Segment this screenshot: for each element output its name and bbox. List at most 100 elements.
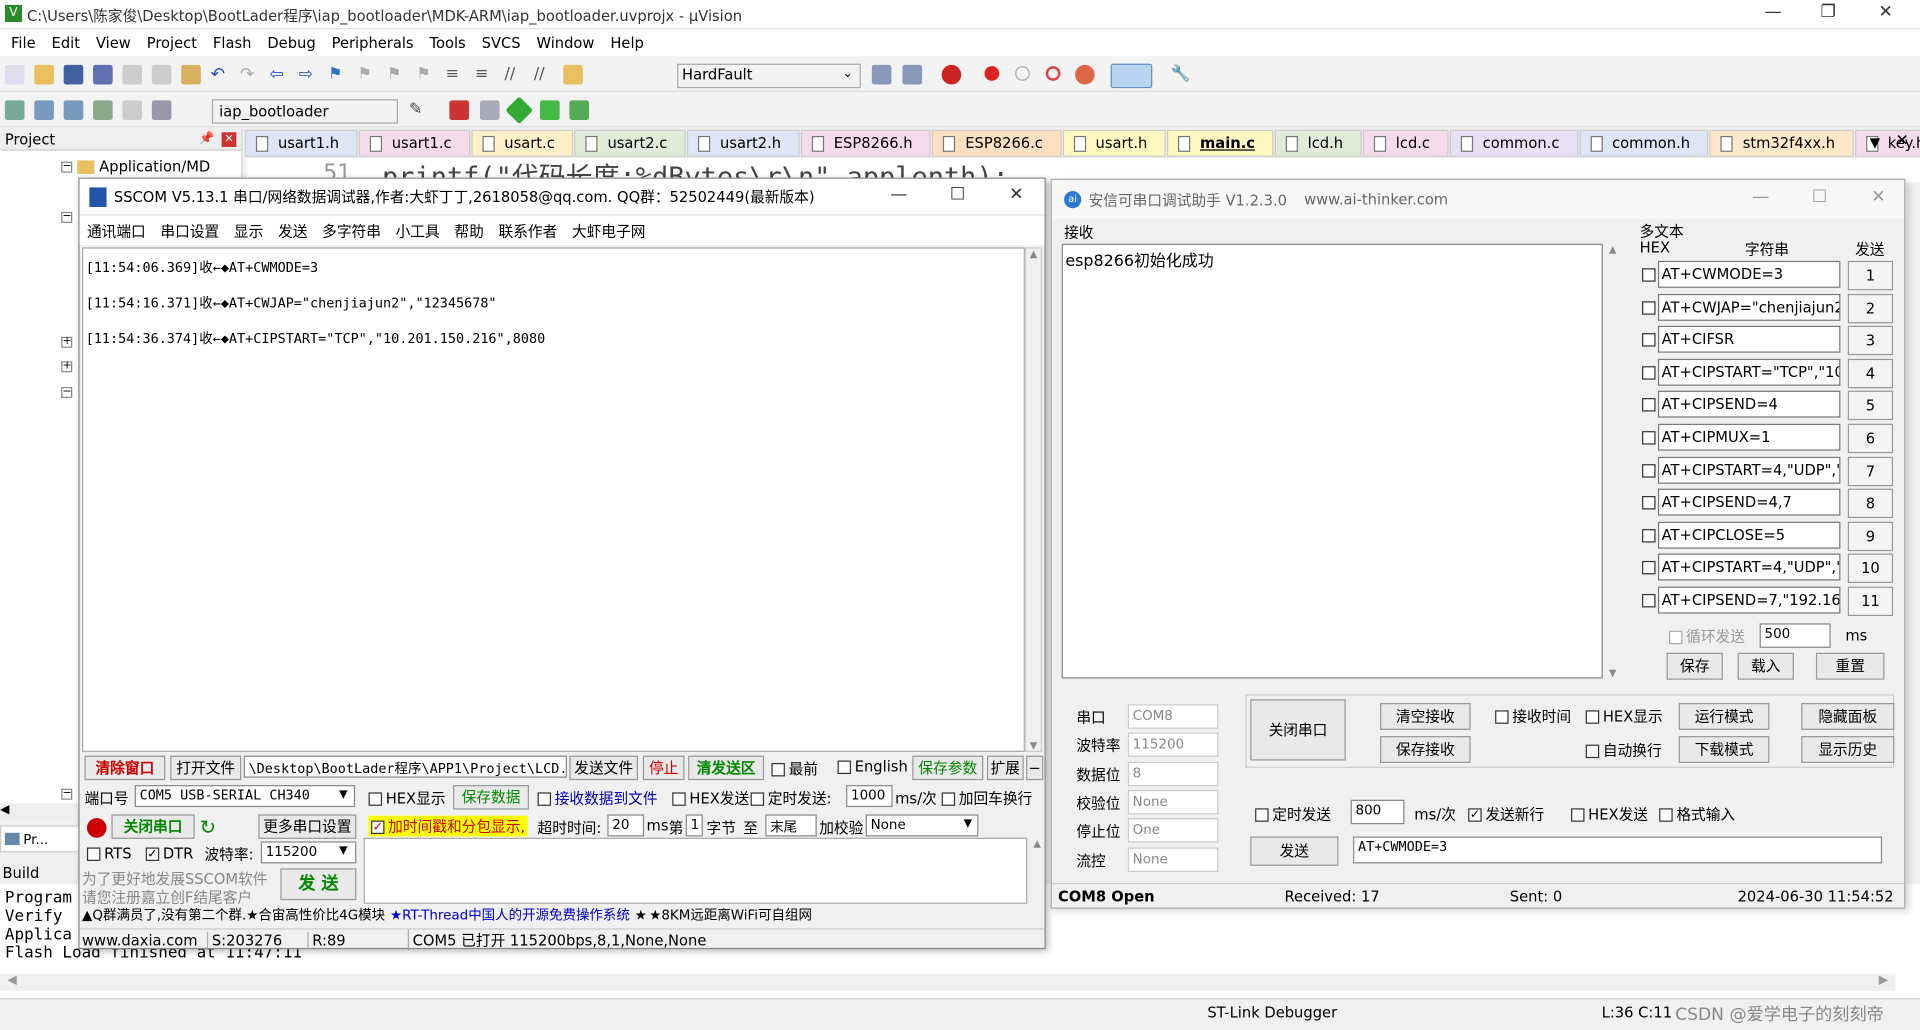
incremental-find-icon[interactable] [871, 64, 892, 85]
checksum-select[interactable]: None [865, 814, 979, 837]
tab-file[interactable]: usart1.h [244, 129, 358, 157]
ticker-item[interactable]: ★8KM远距离WiFi可自组网 [649, 905, 812, 925]
tab-file[interactable]: common.c [1449, 129, 1578, 157]
hex-checkbox[interactable] [1642, 398, 1656, 412]
hex-checkbox[interactable] [1642, 268, 1656, 282]
port-select[interactable]: COM8 [1127, 704, 1219, 729]
download-icon[interactable] [151, 99, 172, 120]
minimize-button[interactable]: — [871, 185, 927, 209]
command-input[interactable]: AT+CIPSTART="TCP","10.2 [1657, 358, 1841, 386]
menu-item[interactable]: 通讯端口 [87, 220, 146, 241]
translate-icon[interactable] [4, 99, 25, 120]
tab-file[interactable]: key.h [1854, 129, 1920, 157]
byte-from-input[interactable]: 1 [685, 814, 703, 837]
target-options-icon[interactable]: ✎ [409, 100, 429, 120]
copy-icon[interactable] [151, 64, 172, 84]
hex-checkbox[interactable] [1642, 561, 1656, 575]
send-button[interactable]: 发 送 [280, 868, 357, 901]
send-button[interactable]: 发送 [1250, 836, 1339, 866]
breakpoint-icon[interactable] [984, 66, 1000, 81]
close-port-button[interactable]: 关闭串口 [111, 814, 195, 839]
clear-window-button[interactable]: 清除窗口 [84, 755, 166, 781]
menu-item[interactable]: Project [147, 34, 197, 51]
recv-scrollbar[interactable]: ▲ ▼ [1024, 247, 1043, 752]
ticker-item[interactable]: ★合宙高性价比4G模块 [246, 905, 385, 925]
save-button[interactable]: 保存 [1666, 652, 1723, 680]
send-command-button[interactable]: 6 [1847, 423, 1894, 454]
tab-project[interactable]: Pr... [0, 825, 81, 853]
minimize-button[interactable]: — [1733, 187, 1789, 211]
tab-file[interactable]: common.h [1579, 129, 1709, 157]
send-command-button[interactable]: 4 [1847, 358, 1894, 388]
undo-icon[interactable]: ↶ [211, 64, 231, 84]
command-input[interactable]: AT+CIPCLOSE=5 [1657, 521, 1841, 549]
hex-show-checkbox[interactable]: HEX显示 [1585, 705, 1663, 726]
command-input[interactable]: AT+CIFSR [1657, 325, 1841, 353]
find-icon[interactable] [902, 64, 923, 85]
tab-file[interactable]: usart1.c [358, 129, 470, 157]
select-packs-icon[interactable] [540, 100, 560, 121]
topmost-checkbox[interactable]: 最前 [771, 758, 818, 779]
stop-button[interactable]: 停止 [642, 755, 685, 781]
save-recv-button[interactable]: 保存接收 [1380, 736, 1471, 763]
hex-checkbox[interactable] [1642, 300, 1656, 315]
tab-file[interactable]: stm32f4xx.h [1709, 129, 1854, 157]
menu-item[interactable]: Edit [52, 34, 80, 51]
collapse-icon[interactable]: − [61, 160, 73, 173]
hex-send-checkbox[interactable]: HEX发送 [1571, 803, 1648, 824]
runtime-env-icon[interactable] [569, 100, 589, 121]
tab-file[interactable]: main.c [1166, 129, 1274, 157]
clear-send-button[interactable]: 清发送区 [688, 755, 765, 781]
send-newline-checkbox[interactable]: ✓ 发送新行 [1468, 803, 1544, 824]
english-checkbox[interactable]: English [837, 758, 908, 775]
send-input[interactable] [363, 837, 1028, 904]
run-mode-button[interactable]: 运行模式 [1678, 702, 1770, 730]
auto-wrap-checkbox[interactable]: 自动换行 [1585, 740, 1662, 761]
tab-file[interactable]: usart2.c [574, 129, 686, 157]
status-url[interactable]: www.daxia.com [80, 931, 207, 948]
nav-forward-icon[interactable]: ⇨ [299, 64, 319, 84]
menu-item[interactable]: Help [610, 34, 644, 51]
send-command-button[interactable]: 2 [1847, 293, 1894, 323]
menu-item[interactable]: Debug [267, 34, 315, 51]
output-hscroll[interactable]: ◀ ▶ [0, 973, 1896, 991]
maximize-button[interactable]: ☐ [1791, 187, 1847, 211]
menu-item[interactable]: 小工具 [396, 220, 440, 241]
minimize-button[interactable]: — [1745, 2, 1801, 26]
collapse-icon[interactable]: − [61, 788, 73, 800]
unindent-icon[interactable]: ≡ [475, 64, 495, 84]
close-button[interactable]: ✕ [988, 185, 1044, 209]
open-folder-icon[interactable] [34, 64, 54, 84]
menu-item[interactable]: Window [537, 34, 595, 51]
command-input[interactable]: AT+CIPSTART=4,"UDP","1 [1657, 456, 1841, 484]
baud-select[interactable]: 115200 [1127, 732, 1219, 757]
menu-item[interactable]: Flash [213, 34, 252, 51]
bookmark-next-icon[interactable]: ⚑ [387, 64, 407, 84]
menu-item[interactable]: View [96, 34, 131, 51]
send-command-button[interactable]: 5 [1847, 391, 1894, 421]
manage-components-icon[interactable] [449, 100, 469, 121]
menu-item[interactable]: File [11, 34, 36, 51]
chevron-down-icon[interactable]: ▼ [339, 789, 347, 801]
pack-installer-icon[interactable] [505, 96, 534, 125]
command-input[interactable]: AT+CIPMUX=1 [1657, 423, 1841, 451]
download-mode-button[interactable]: 下载模式 [1678, 736, 1770, 763]
recv-scrollbar[interactable]: ▲ ▼ [1605, 244, 1620, 679]
end-select[interactable]: 末尾 [765, 814, 817, 837]
send-command-button[interactable]: 11 [1847, 586, 1894, 617]
send-input[interactable]: AT+CWMODE=3 [1353, 836, 1883, 864]
uncomment-icon[interactable]: // [534, 64, 554, 84]
pin-icon[interactable]: 📌 [199, 132, 214, 145]
expand-icon[interactable]: + [61, 361, 73, 373]
loop-ms-input[interactable]: 500 [1759, 623, 1831, 648]
reset-button[interactable]: 重置 [1815, 652, 1885, 680]
hex-checkbox[interactable] [1642, 431, 1656, 445]
chevron-down-icon[interactable]: ▼ [339, 845, 347, 857]
rts-checkbox[interactable]: RTS [86, 845, 132, 862]
save-all-icon[interactable] [93, 64, 113, 84]
dtr-checkbox[interactable]: ✓ DTR [145, 845, 193, 862]
menu-item[interactable]: 联系作者 [499, 220, 558, 241]
tree-item-application[interactable]: − Application/MD [61, 158, 241, 175]
menu-item[interactable]: Peripherals [332, 34, 414, 51]
tab-file[interactable]: lcd.c [1362, 129, 1449, 157]
